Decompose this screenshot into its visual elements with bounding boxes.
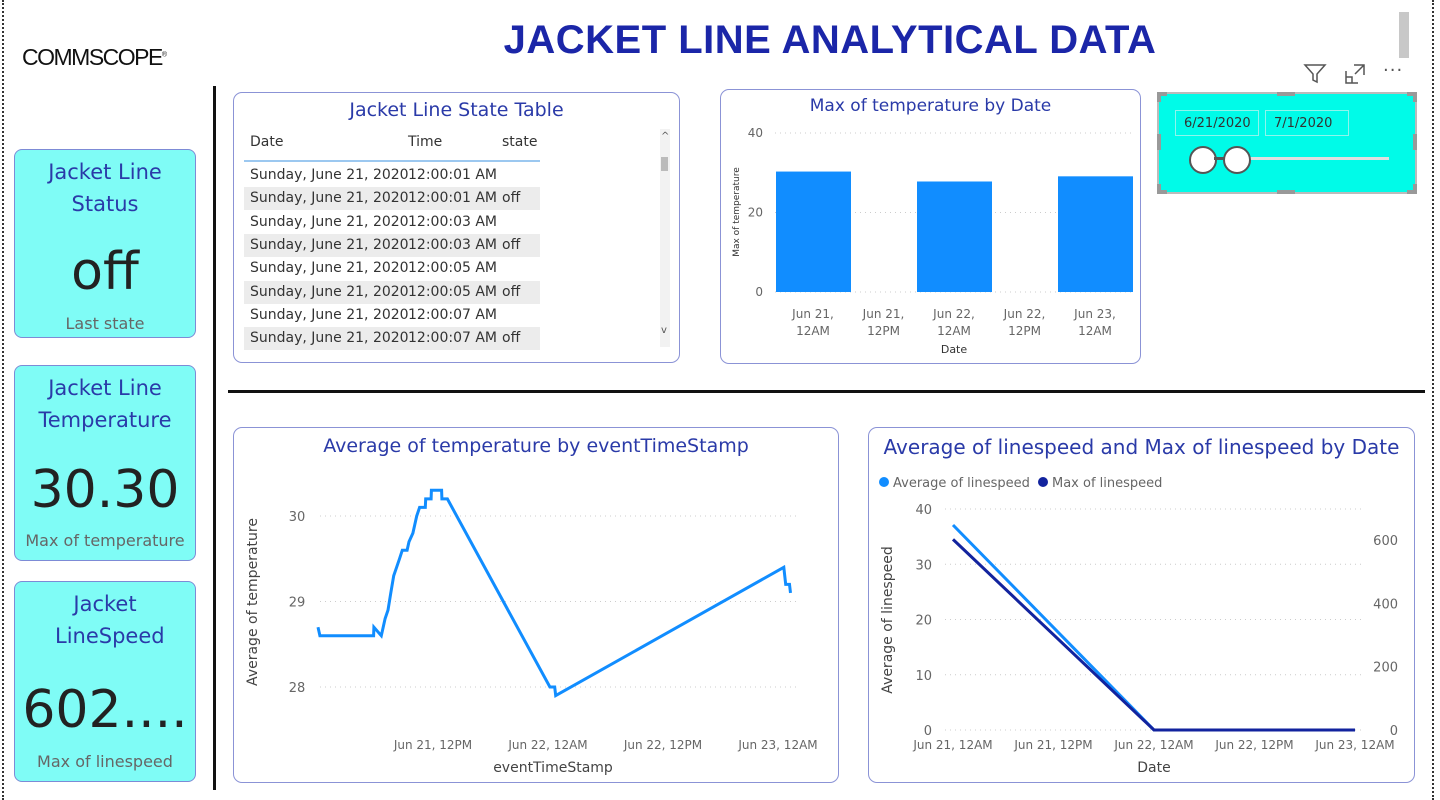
table-row[interactable]: Sunday, June 21, 2020 12:00:07 AM: [244, 304, 540, 327]
table-row[interactable]: Sunday, June 21, 2020 12:00:05 AM: [244, 257, 540, 280]
card-status: Jacket Line Status off Last state: [14, 149, 196, 338]
table-cell: 12:00:03 AM: [408, 213, 497, 230]
table-row[interactable]: Sunday, June 21, 2020 12:00:07 AM off: [244, 327, 540, 351]
table-cell: 12:00:01 AM: [408, 167, 497, 183]
table-cell: off: [502, 236, 521, 253]
table-row[interactable]: Sunday, June 21, 2020 12:00:03 AM: [244, 211, 540, 234]
card-value: 602....: [22, 680, 188, 740]
table-cell: Sunday, June 21, 2020: [250, 167, 409, 183]
scroll-down-icon[interactable]: v: [661, 325, 667, 336]
slider-range: [1214, 157, 1224, 160]
linespeed-line-panel: Average of linespeed and Max of linespee…: [868, 427, 1415, 783]
page-border-left: [2, 0, 4, 800]
table-cell: 12:00:05 AM: [408, 260, 497, 277]
scroll-thumb[interactable]: [661, 157, 668, 171]
state-table-title: Jacket Line State Table: [349, 99, 564, 121]
page-border-right: [1432, 0, 1434, 800]
temperature-line-panel: Average of temperature by eventTimeStamp: [233, 427, 839, 783]
column-header-state[interactable]: state: [502, 134, 537, 150]
table-row[interactable]: Sunday, June 21, 2020 12:00:01 AM off: [244, 187, 540, 211]
table-cell: Sunday, June 21, 2020: [250, 213, 409, 230]
table-row[interactable]: Sunday, June 21, 2020 12:00:01 AM: [244, 164, 540, 187]
card-linespeed: Jacket LineSpeed 602.... Max of linespee…: [14, 581, 196, 782]
table-cell: Sunday, June 21, 2020: [250, 190, 409, 207]
column-header-date[interactable]: Date: [250, 134, 283, 150]
focus-mode-icon[interactable]: [1344, 63, 1366, 89]
end-date-input[interactable]: 7/1/2020: [1265, 110, 1349, 136]
start-date-input[interactable]: 6/21/2020: [1175, 110, 1259, 136]
scrollbar-thumb[interactable]: [1399, 12, 1409, 58]
card-title: Jacket Line Temperature: [38, 376, 172, 432]
card-value: off: [71, 242, 139, 302]
table-cell: 12:00:07 AM: [408, 306, 497, 323]
table-cell: Sunday, June 21, 2020: [250, 330, 409, 347]
page-title: JACKET LINE ANALYTICAL DATA: [503, 18, 1157, 62]
chart-title: Max of temperature by Date: [809, 96, 1052, 116]
card-value: 30.30: [30, 460, 180, 520]
chart-title: Average of linespeed and Max of linespee…: [883, 435, 1400, 459]
table-cell: off: [502, 330, 521, 347]
horizontal-divider: [228, 390, 1425, 393]
card-label: Max of linespeed: [37, 752, 173, 771]
more-options-icon[interactable]: ···: [1383, 60, 1403, 81]
slider-end-handle[interactable]: [1223, 146, 1251, 174]
card-label: Last state: [65, 314, 145, 333]
table-cell: Sunday, June 21, 2020: [250, 283, 409, 300]
table-cell: 12:00:01 AM: [408, 190, 497, 207]
vertical-divider: [213, 86, 216, 790]
header-underline: [244, 160, 540, 162]
card-label: Max of temperature: [25, 531, 185, 550]
filter-icon[interactable]: [1303, 62, 1327, 88]
date-range-slicer[interactable]: 6/21/2020 7/1/2020: [1157, 92, 1417, 194]
table-cell: Sunday, June 21, 2020: [250, 236, 409, 253]
commscope-logo: COMMSCOPE®: [22, 44, 167, 70]
card-temperature: Jacket Line Temperature 30.30 Max of tem…: [14, 365, 196, 561]
table-cell: Sunday, June 21, 2020: [250, 306, 409, 323]
column-header-time[interactable]: Time: [408, 134, 442, 150]
table-scrollbar[interactable]: ^ v: [660, 129, 670, 347]
table-row[interactable]: Sunday, June 21, 2020 12:00:05 AM off: [244, 280, 540, 304]
table-cell: Sunday, June 21, 2020: [250, 260, 409, 277]
bar-chart-panel: Max of temperature by Date: [720, 89, 1141, 364]
table-cell: off: [502, 190, 521, 207]
table-cell: 12:00:05 AM: [408, 283, 497, 300]
table-cell: 12:00:07 AM: [408, 330, 497, 347]
slider-start-handle[interactable]: [1189, 146, 1217, 174]
table-row[interactable]: Sunday, June 21, 2020 12:00:03 AM off: [244, 233, 540, 257]
table-cell: off: [502, 283, 521, 300]
table-cell: 12:00:03 AM: [408, 236, 497, 253]
card-title: Jacket Line Status: [48, 160, 162, 216]
chart-title: Average of temperature by eventTimeStamp: [323, 435, 749, 457]
card-title: Jacket LineSpeed: [55, 592, 165, 648]
scroll-up-icon[interactable]: ^: [661, 131, 669, 142]
